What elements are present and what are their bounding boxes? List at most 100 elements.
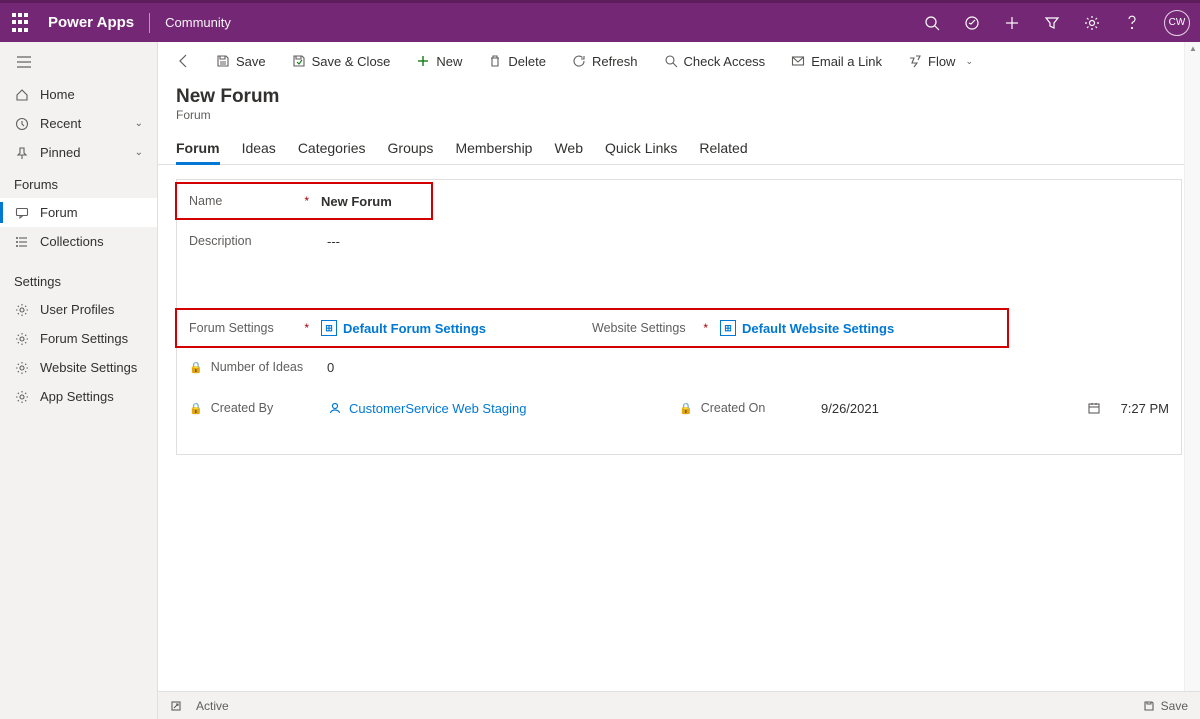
entity-name: Forum xyxy=(176,108,1182,122)
nav-user-profiles[interactable]: User Profiles xyxy=(0,295,157,324)
chevron-down-icon: ⌄ xyxy=(135,147,143,158)
cmd-label: Save xyxy=(236,54,266,69)
gear-icon xyxy=(14,303,30,317)
settings-gear-icon[interactable] xyxy=(1084,15,1100,31)
nav-pinned[interactable]: Pinned ⌄ xyxy=(0,138,157,167)
delete-button[interactable]: Delete xyxy=(478,48,556,75)
nav-label: Forum xyxy=(40,205,78,220)
nav-label: User Profiles xyxy=(40,302,114,317)
help-icon[interactable] xyxy=(1124,15,1140,31)
chevron-down-icon: ⌄ xyxy=(965,56,973,67)
check-access-icon xyxy=(664,54,678,68)
nav-home[interactable]: Home xyxy=(0,80,157,109)
lookup-icon: ⊞ xyxy=(321,320,337,336)
number-of-ideas-label: 🔒Number of Ideas xyxy=(189,360,315,374)
save-close-icon xyxy=(292,54,306,68)
app-launcher-icon[interactable] xyxy=(10,13,30,33)
nav-forum[interactable]: Forum xyxy=(0,198,157,227)
refresh-icon xyxy=(572,54,586,68)
left-navigation: Home Recent ⌄ Pinned ⌄ Forums Forum Coll… xyxy=(0,42,158,719)
page-header: New Forum Forum xyxy=(158,80,1200,126)
tab-web[interactable]: Web xyxy=(554,134,583,164)
nav-collections[interactable]: Collections xyxy=(0,227,157,256)
nav-label: Website Settings xyxy=(40,360,137,375)
nav-label: Pinned xyxy=(40,145,80,160)
person-icon xyxy=(327,400,343,416)
calendar-icon xyxy=(1087,401,1101,415)
hamburger-icon[interactable] xyxy=(0,50,157,80)
tab-quick-links[interactable]: Quick Links xyxy=(605,134,677,164)
save-label: Save xyxy=(1161,699,1188,713)
description-field-row[interactable]: Description --- xyxy=(177,222,1181,260)
scrollbar[interactable]: ▲ xyxy=(1184,42,1200,691)
created-by-value[interactable]: CustomerService Web Staging xyxy=(315,400,527,416)
website-settings-field[interactable]: Website Settings* ⊞ Default Website Sett… xyxy=(592,320,995,336)
nav-label: Recent xyxy=(40,116,81,131)
created-on-time: 7:27 PM xyxy=(1115,401,1169,416)
lock-icon: 🔒 xyxy=(189,402,203,415)
nav-section-settings: Settings xyxy=(0,264,157,295)
popout-icon[interactable] xyxy=(170,700,182,712)
tab-forum[interactable]: Forum xyxy=(176,134,220,164)
chevron-down-icon: ⌄ xyxy=(135,118,143,129)
new-button[interactable]: New xyxy=(406,48,472,75)
created-by-field: 🔒Created By CustomerService Web Staging xyxy=(189,400,679,416)
website-settings-label: Website Settings* xyxy=(592,321,714,335)
settings-row: Forum Settings* ⊞ Default Forum Settings… xyxy=(175,308,1009,348)
command-bar: Save Save & Close New Delete Refresh Che… xyxy=(158,42,1200,80)
plus-icon[interactable] xyxy=(1004,15,1020,31)
gear-icon xyxy=(14,361,30,375)
record-state: Active xyxy=(196,699,229,713)
flow-button[interactable]: Flow ⌄ xyxy=(898,48,983,75)
status-bar: Active Save xyxy=(158,691,1200,719)
nav-recent[interactable]: Recent ⌄ xyxy=(0,109,157,138)
email-link-button[interactable]: Email a Link xyxy=(781,48,892,75)
created-on-date: 9/26/2021 xyxy=(809,401,929,416)
page-title: New Forum xyxy=(176,86,1182,108)
search-icon[interactable] xyxy=(924,15,940,31)
nav-label: Forum Settings xyxy=(40,331,128,346)
description-label: Description xyxy=(189,234,315,248)
tab-membership[interactable]: Membership xyxy=(455,134,532,164)
tab-ideas[interactable]: Ideas xyxy=(242,134,276,164)
save-button[interactable]: Save xyxy=(206,48,276,75)
tab-related[interactable]: Related xyxy=(699,134,747,164)
user-avatar[interactable]: CW xyxy=(1164,10,1190,36)
footer-save-button[interactable]: Save xyxy=(1143,699,1188,713)
trash-icon xyxy=(488,54,502,68)
pin-icon xyxy=(14,146,30,160)
number-of-ideas-value: 0 xyxy=(315,360,334,375)
tab-categories[interactable]: Categories xyxy=(298,134,366,164)
nav-website-settings[interactable]: Website Settings xyxy=(0,353,157,382)
forum-settings-field[interactable]: Forum Settings* ⊞ Default Forum Settings xyxy=(189,320,592,336)
target-icon[interactable] xyxy=(964,15,980,31)
forum-icon xyxy=(14,206,30,220)
content-area: Save Save & Close New Delete Refresh Che… xyxy=(158,42,1200,719)
nav-section-forums: Forums xyxy=(0,167,157,198)
brand-name: Power Apps xyxy=(48,14,134,31)
environment-name[interactable]: Community xyxy=(165,15,231,30)
cmd-label: Check Access xyxy=(684,54,766,69)
website-settings-value[interactable]: ⊞ Default Website Settings xyxy=(714,320,894,336)
name-value[interactable]: New Forum xyxy=(315,194,392,209)
refresh-button[interactable]: Refresh xyxy=(562,48,648,75)
gear-icon xyxy=(14,332,30,346)
save-icon xyxy=(216,54,230,68)
nav-app-settings[interactable]: App Settings xyxy=(0,382,157,411)
filter-icon[interactable] xyxy=(1044,15,1060,31)
clock-icon xyxy=(14,117,30,131)
check-access-button[interactable]: Check Access xyxy=(654,48,776,75)
nav-label: Collections xyxy=(40,234,104,249)
save-close-button[interactable]: Save & Close xyxy=(282,48,401,75)
flow-icon xyxy=(908,54,922,68)
nav-forum-settings[interactable]: Forum Settings xyxy=(0,324,157,353)
nav-label: App Settings xyxy=(40,389,114,404)
lock-icon: 🔒 xyxy=(679,402,693,415)
description-value[interactable]: --- xyxy=(315,234,340,249)
save-icon xyxy=(1143,700,1155,712)
back-button[interactable] xyxy=(168,47,200,75)
name-field-row[interactable]: Name* New Forum xyxy=(175,182,433,220)
created-on-field: 🔒Created On 9/26/2021 7:27 PM xyxy=(679,401,1169,416)
tab-groups[interactable]: Groups xyxy=(388,134,434,164)
forum-settings-value[interactable]: ⊞ Default Forum Settings xyxy=(315,320,486,336)
